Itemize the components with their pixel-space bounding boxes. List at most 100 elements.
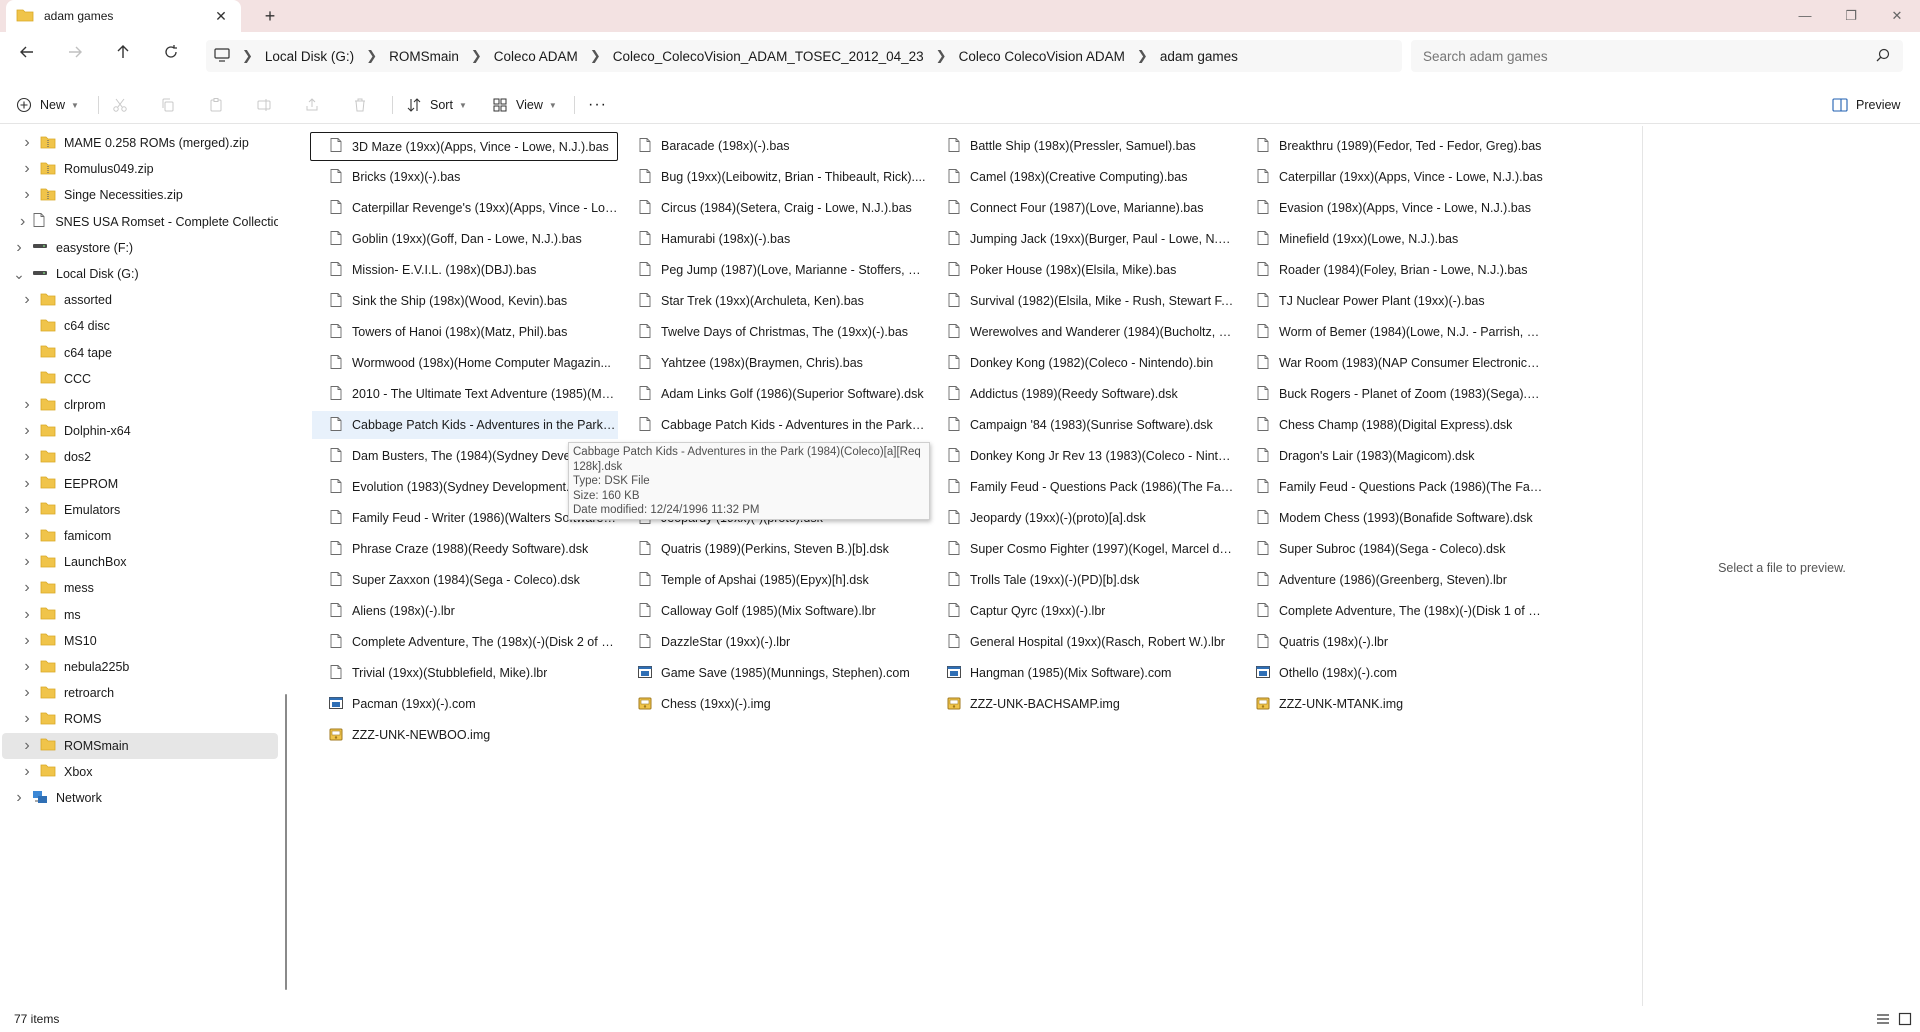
file-item[interactable]: Survival (1982)(Elsila, Mike - Rush, Ste…	[930, 287, 1236, 315]
file-item[interactable]: TJ Nuclear Power Plant (19xx)(-).bas	[1239, 287, 1545, 315]
sidebar-scrollbar[interactable]	[285, 694, 287, 990]
file-item[interactable]: DazzleStar (19xx)(-).lbr	[621, 628, 927, 656]
file-item[interactable]: ZZZ-UNK-NEWBOO.img	[312, 721, 618, 749]
sidebar-item-singe-necessities-zip[interactable]: › Singe Necessities.zip	[2, 182, 278, 208]
sidebar-item-romulus049-zip[interactable]: › Romulus049.zip	[2, 156, 278, 182]
file-item[interactable]: Worm of Bemer (1984)(Lowe, N.J. - Parris…	[1239, 318, 1545, 346]
rename-button[interactable]	[256, 92, 272, 118]
chevron-right-icon[interactable]: ›	[20, 632, 34, 650]
file-item[interactable]: Evasion (198x)(Apps, Vince - Lowe, N.J.)…	[1239, 194, 1545, 222]
file-item[interactable]: Twelve Days of Christmas, The (19xx)(-).…	[621, 318, 927, 346]
file-item[interactable]: Adventure (1986)(Greenberg, Steven).lbr	[1239, 566, 1545, 594]
file-item[interactable]: Breakthru (1989)(Fedor, Ted - Fedor, Gre…	[1239, 132, 1545, 160]
file-item[interactable]: Connect Four (1987)(Love, Marianne).bas	[930, 194, 1236, 222]
file-item[interactable]: Sink the Ship (198x)(Wood, Kevin).bas	[312, 287, 618, 315]
chevron-right-icon[interactable]: ›	[20, 396, 34, 414]
sidebar-item-retroarch[interactable]: › retroarch	[2, 680, 278, 706]
file-item[interactable]: Hamurabi (198x)(-).bas	[621, 225, 927, 253]
sidebar-item-launchbox[interactable]: › LaunchBox	[2, 549, 278, 575]
chevron-right-icon[interactable]: ›	[20, 501, 34, 519]
file-item[interactable]: Quatris (1989)(Perkins, Steven B.)[b].ds…	[621, 535, 927, 563]
file-item[interactable]: Campaign '84 (1983)(Sunrise Software).ds…	[930, 411, 1236, 439]
share-button[interactable]	[304, 92, 320, 118]
chevron-right-icon[interactable]: ›	[20, 475, 34, 493]
close-tab-icon[interactable]: ✕	[211, 8, 231, 25]
file-item[interactable]: Super Subroc (1984)(Sega - Coleco).dsk	[1239, 535, 1545, 563]
chevron-right-icon[interactable]: ›	[20, 553, 34, 571]
search-icon[interactable]	[1876, 48, 1890, 65]
chevron-right-icon[interactable]: ›	[20, 422, 34, 440]
file-item[interactable]: Complete Adventure, The (198x)(-)(Disk 1…	[1239, 597, 1545, 625]
chevron-right-icon[interactable]: ›	[20, 606, 34, 624]
file-item[interactable]: Roader (1984)(Foley, Brian - Lowe, N.J.)…	[1239, 256, 1545, 284]
file-item[interactable]: Caterpillar Revenge's (19xx)(Apps, Vince…	[312, 194, 618, 222]
sidebar-item-eeprom[interactable]: › EEPROM	[2, 471, 278, 497]
file-item[interactable]: Werewolves and Wanderer (1984)(Bucholtz,…	[930, 318, 1236, 346]
maximize-button[interactable]: ❐	[1828, 0, 1874, 32]
sidebar-item-dolphin-x64[interactable]: › Dolphin-x64	[2, 418, 278, 444]
more-options-button[interactable]: ···	[588, 92, 607, 118]
file-item[interactable]: Minefield (19xx)(Lowe, N.J.).bas	[1239, 225, 1545, 253]
address-bar[interactable]: ❯ Local Disk (G:) ❯ ROMSmain ❯ Coleco AD…	[206, 40, 1402, 72]
sidebar-item-emulators[interactable]: › Emulators	[2, 497, 278, 523]
tiles-view-icon[interactable]	[1898, 1012, 1912, 1029]
file-item[interactable]: Captur Qyrc (19xx)(-).lbr	[930, 597, 1236, 625]
file-item[interactable]: Caterpillar (19xx)(Apps, Vince - Lowe, N…	[1239, 163, 1545, 191]
breadcrumb-tosec[interactable]: Coleco_ColecoVision_ADAM_TOSEC_2012_04_2…	[607, 49, 930, 64]
file-item[interactable]: Calloway Golf (1985)(Mix Software).lbr	[621, 597, 927, 625]
breadcrumb-coleco-adam[interactable]: Coleco ADAM	[488, 49, 584, 64]
chevron-right-icon[interactable]: ›	[20, 134, 34, 152]
sidebar-item-assorted[interactable]: › assorted	[2, 287, 278, 313]
file-item[interactable]: Jeopardy (19xx)(-)(proto)[a].dsk	[930, 504, 1236, 532]
file-item[interactable]: ZZZ-UNK-BACHSAMP.img	[930, 690, 1236, 718]
preview-divider[interactable]	[1642, 126, 1643, 1006]
file-item[interactable]: Family Feud - Questions Pack (1986)(The …	[1239, 473, 1545, 501]
chevron-right-icon[interactable]: ›	[20, 684, 34, 702]
sidebar-item-roms[interactable]: › ROMS	[2, 706, 278, 732]
sidebar-item-dos2[interactable]: › dos2	[2, 444, 278, 470]
sidebar-item-local-disk-g[interactable]: ⌄ Local Disk (G:)	[2, 261, 278, 287]
file-item[interactable]: Poker House (198x)(Elsila, Mike).bas	[930, 256, 1236, 284]
view-button[interactable]: View ▼	[492, 92, 557, 118]
file-item[interactable]: Jumping Jack (19xx)(Burger, Paul - Lowe,…	[930, 225, 1236, 253]
chevron-right-icon[interactable]: ›	[20, 658, 34, 676]
file-item[interactable]: Baracade (198x)(-).bas	[621, 132, 927, 160]
file-item[interactable]: Quatris (198x)(-).lbr	[1239, 628, 1545, 656]
file-item[interactable]: Yahtzee (198x)(Braymen, Chris).bas	[621, 349, 927, 377]
file-item[interactable]: Pacman (19xx)(-).com	[312, 690, 618, 718]
file-item[interactable]: Peg Jump (1987)(Love, Marianne - Stoffer…	[621, 256, 927, 284]
breadcrumb-adam-games[interactable]: adam games	[1154, 49, 1244, 64]
file-item[interactable]: Wormwood (198x)(Home Computer Magazin...	[312, 349, 618, 377]
minimize-button[interactable]: —	[1782, 0, 1828, 32]
file-item[interactable]: Buck Rogers - Planet of Zoom (1983)(Sega…	[1239, 380, 1545, 408]
tab-adam-games[interactable]: adam games ✕	[6, 0, 241, 32]
file-item[interactable]: Adam Links Golf (1986)(Superior Software…	[621, 380, 927, 408]
file-item[interactable]: 3D Maze (19xx)(Apps, Vince - Lowe, N.J.)…	[310, 132, 618, 161]
file-item[interactable]: Othello (198x)(-).com	[1239, 659, 1545, 687]
file-item[interactable]: Game Save (1985)(Munnings, Stephen).com	[621, 659, 927, 687]
file-item[interactable]: Towers of Hanoi (198x)(Matz, Phil).bas	[312, 318, 618, 346]
file-item[interactable]: Donkey Kong (1982)(Coleco - Nintendo).bi…	[930, 349, 1236, 377]
file-item[interactable]: Goblin (19xx)(Goff, Dan - Lowe, N.J.).ba…	[312, 225, 618, 253]
paste-button[interactable]	[208, 92, 224, 118]
file-item[interactable]: Hangman (1985)(Mix Software).com	[930, 659, 1236, 687]
breadcrumb-romsmain[interactable]: ROMSmain	[383, 49, 465, 64]
forward-button[interactable]	[60, 44, 90, 68]
file-item[interactable]: Mission- E.V.I.L. (198x)(DBJ).bas	[312, 256, 618, 284]
file-item[interactable]: Cabbage Patch Kids - Adventures in the P…	[621, 411, 927, 439]
sidebar-item-romsmain[interactable]: › ROMSmain	[2, 732, 278, 759]
chevron-right-icon[interactable]: ›	[20, 579, 34, 597]
sidebar-item-nebula225b[interactable]: › nebula225b	[2, 654, 278, 680]
chevron-right-icon[interactable]: ›	[20, 763, 34, 781]
details-view-icon[interactable]	[1876, 1012, 1890, 1029]
chevron-down-icon[interactable]: ⌄	[12, 266, 26, 283]
file-item[interactable]: Phrase Craze (1988)(Reedy Software).dsk	[312, 535, 618, 563]
breadcrumb-colecovision-adam[interactable]: Coleco ColecoVision ADAM	[953, 49, 1131, 64]
sidebar-item-xbox[interactable]: › Xbox	[2, 759, 278, 785]
file-item[interactable]: Dragon's Lair (1983)(Magicom).dsk	[1239, 442, 1545, 470]
preview-pane-button[interactable]: Preview	[1832, 92, 1900, 118]
file-item[interactable]: Chess Champ (1988)(Digital Express).dsk	[1239, 411, 1545, 439]
file-item[interactable]: ZZZ-UNK-MTANK.img	[1239, 690, 1545, 718]
breadcrumb-local-disk[interactable]: Local Disk (G:)	[259, 49, 360, 64]
chevron-right-icon[interactable]: ›	[20, 737, 34, 755]
